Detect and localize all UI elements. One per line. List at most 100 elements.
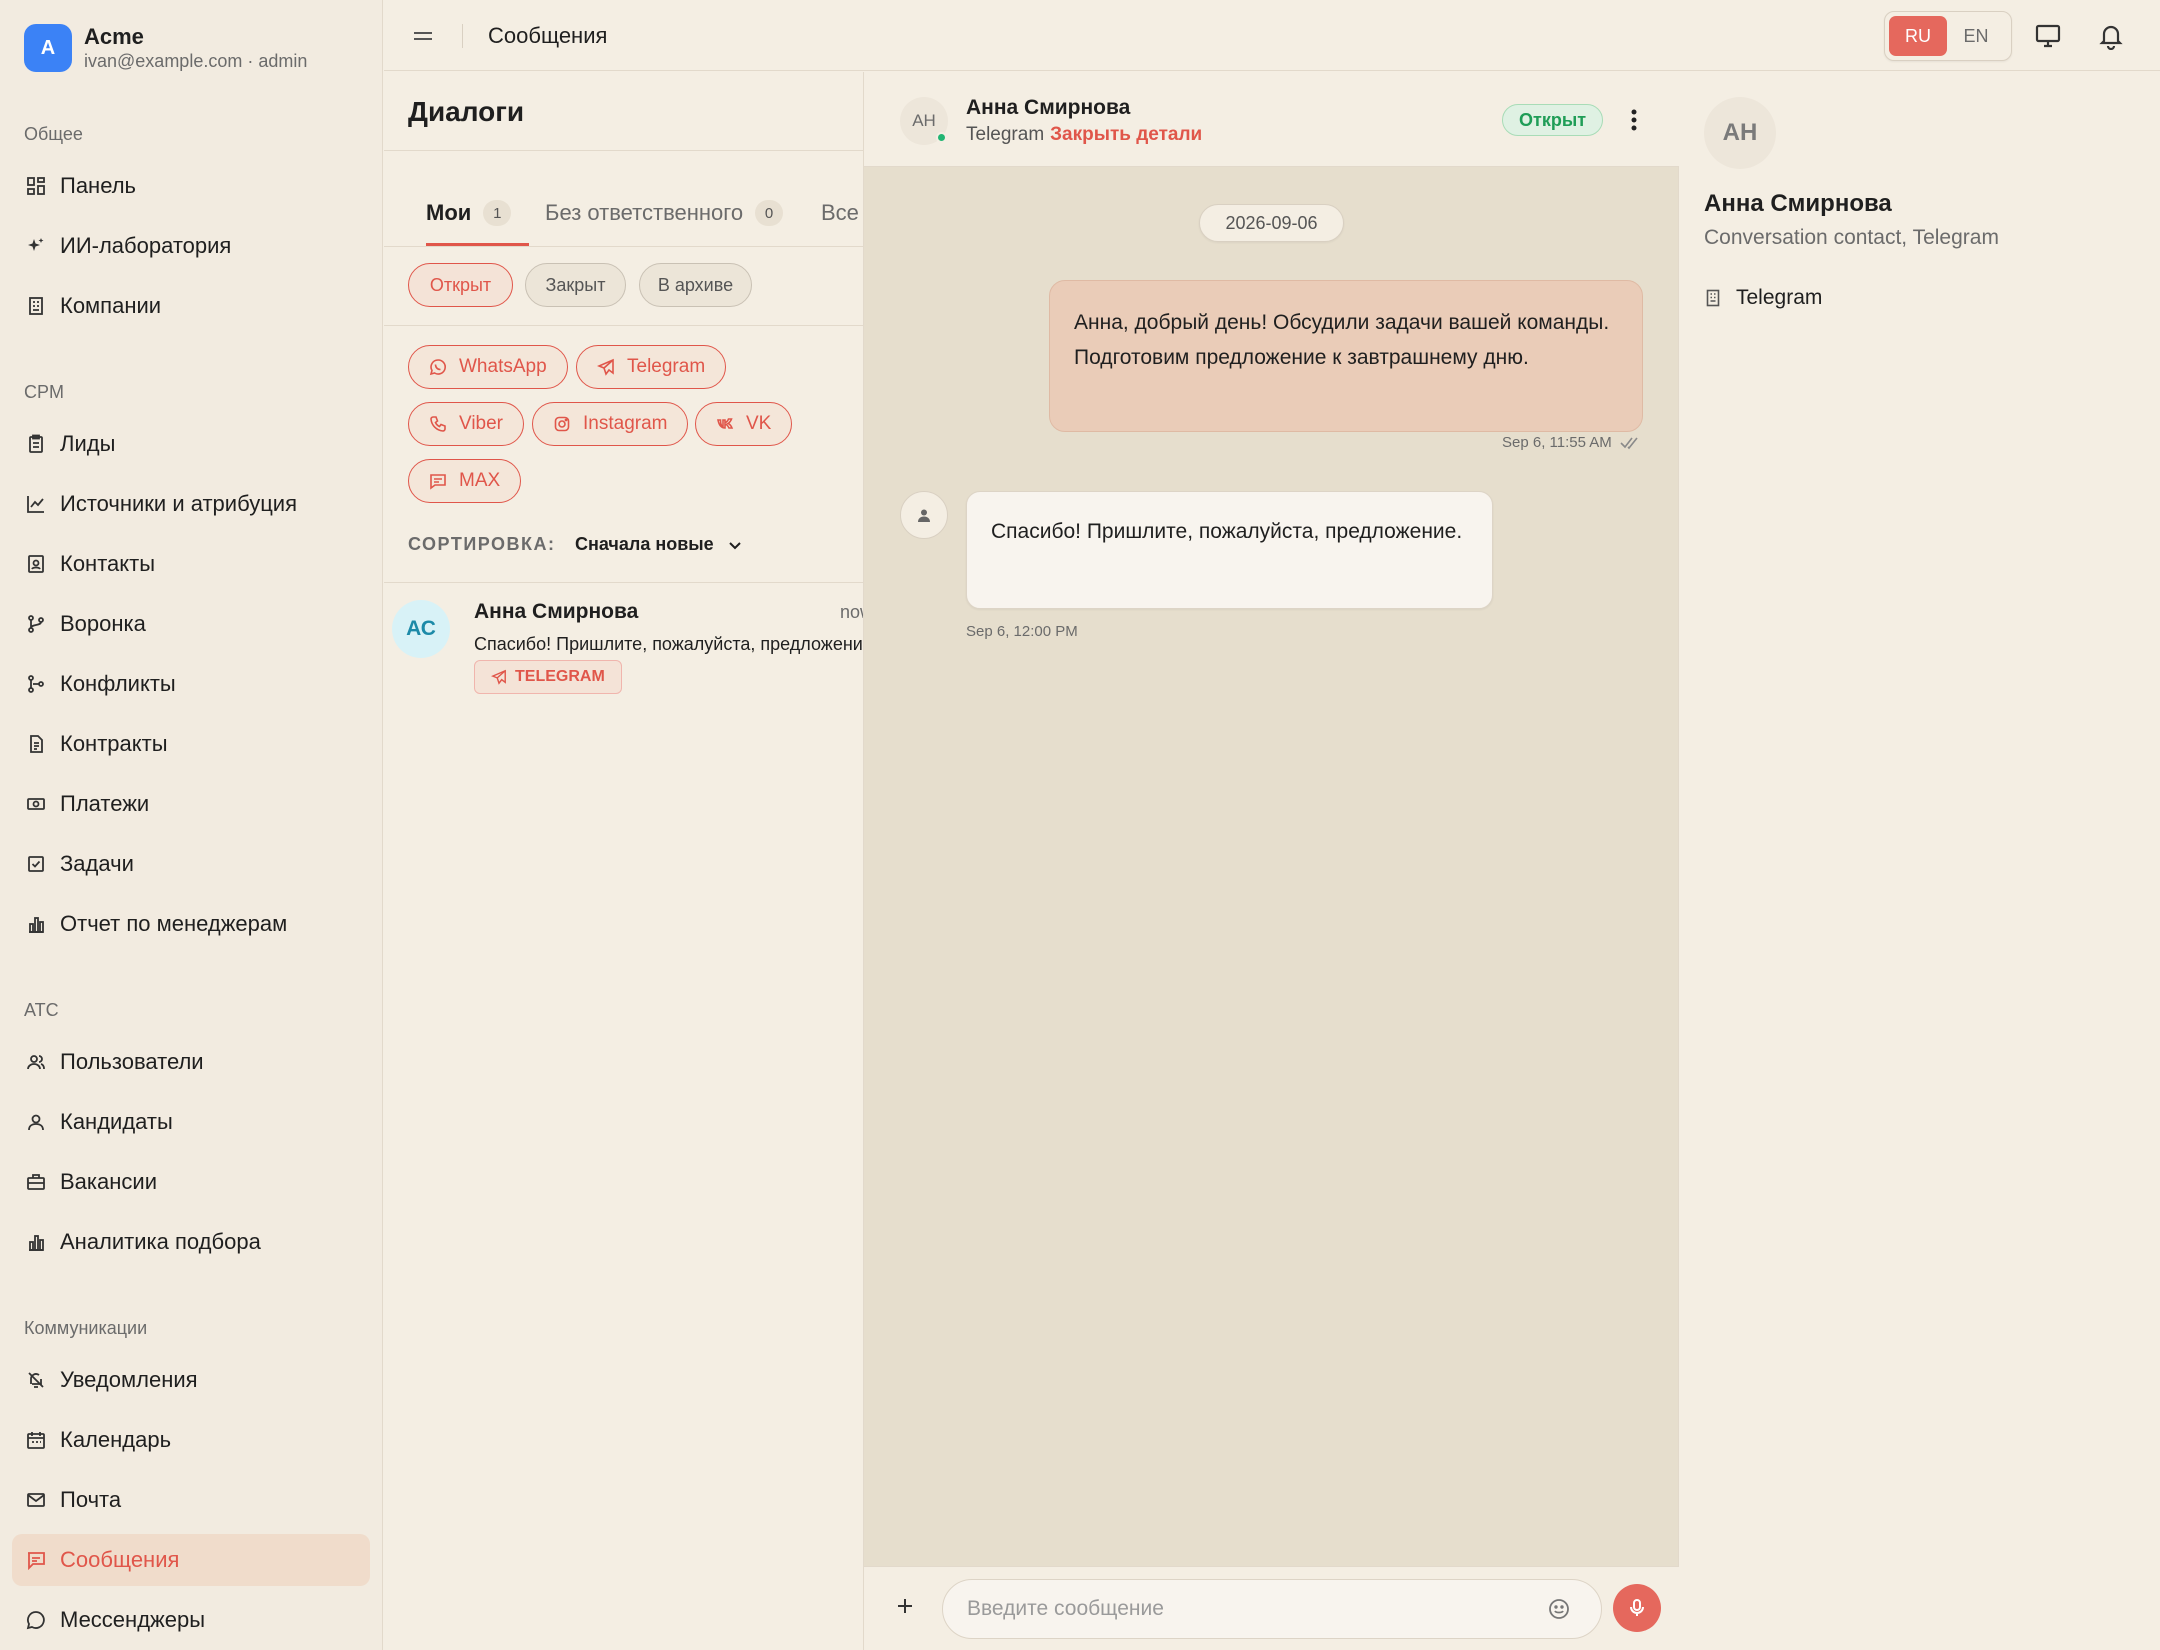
sidebar-item-vacancies[interactable]: Вакансии xyxy=(12,1156,370,1208)
monitor-icon xyxy=(2035,24,2061,48)
filter-status-closed[interactable]: Закрыт xyxy=(525,263,626,307)
smile-icon xyxy=(1549,1599,1569,1619)
sidebar-item-funnel[interactable]: Воронка xyxy=(12,598,370,650)
sidebar-item-label: Платежи xyxy=(60,791,150,816)
message-time: Sep 6, 12:00 PM xyxy=(966,623,1078,640)
filter-channel-max[interactable]: MAX xyxy=(408,459,522,503)
user-icon xyxy=(918,509,930,522)
vk-icon xyxy=(717,418,734,429)
sender-avatar xyxy=(900,491,948,539)
sidebar-item-mail[interactable]: Почта xyxy=(12,1474,370,1526)
document-icon xyxy=(30,735,43,753)
sidebar-item-hiring-analytics[interactable]: Аналитика подбора xyxy=(12,1216,370,1268)
message-input[interactable] xyxy=(942,1579,1602,1639)
conversation-preview: Спасибо! Пришлите, пожалуйста, предложен… xyxy=(474,634,864,654)
calendar-icon xyxy=(27,1432,45,1449)
chat-panel: АН Анна Смирнова Telegram Закрыть детали … xyxy=(864,72,1679,1650)
chat-channel: Telegram xyxy=(966,124,1045,145)
whatsapp-icon xyxy=(429,359,446,376)
sidebar-item-label: Сообщения xyxy=(60,1547,180,1572)
sidebar-item-calendar[interactable]: Календарь xyxy=(12,1414,370,1466)
emoji-button[interactable] xyxy=(1547,1597,1571,1621)
avatar: АС xyxy=(392,600,450,658)
contact-details-panel: АН Анна Смирнова Conversation contact, T… xyxy=(1680,72,2160,1650)
workspace-switcher[interactable]: A Acme ivan@example.com · admin xyxy=(24,24,307,72)
close-details-link[interactable]: Закрыть детали xyxy=(1050,124,1202,145)
lang-ru-button[interactable]: RU xyxy=(1889,16,1947,56)
divider xyxy=(384,246,863,247)
filter-channel-telegram[interactable]: Telegram xyxy=(576,345,727,389)
sidebar-item-messengers[interactable]: Мессенджеры xyxy=(12,1594,370,1646)
divider xyxy=(462,24,463,48)
contact-channel: Telegram xyxy=(1704,286,1822,310)
chat-subtitle: Telegram Закрыть детали xyxy=(966,124,1202,146)
sidebar-item-label: Календарь xyxy=(60,1427,172,1452)
filter-channel-vk[interactable]: VK xyxy=(695,402,793,446)
sidebar-item-candidates[interactable]: Кандидаты xyxy=(12,1096,370,1148)
lang-en-button[interactable]: EN xyxy=(1947,16,2005,56)
sidebar-item-manager-report[interactable]: Отчет по менеджерам xyxy=(12,898,370,950)
channel-label: MAX xyxy=(459,470,501,491)
sidebar-item-label: Кандидаты xyxy=(60,1109,173,1134)
banknote-icon xyxy=(27,798,45,810)
sidebar-item-label: Лиды xyxy=(60,431,116,456)
filter-status-open[interactable]: Открыт xyxy=(408,263,513,307)
briefcase-icon xyxy=(27,1174,45,1190)
microphone-icon xyxy=(1630,1599,1644,1616)
sort-dropdown[interactable]: Сначала новые xyxy=(575,534,744,555)
sidebar-item-notifications[interactable]: Уведомления xyxy=(12,1354,370,1406)
instagram-icon xyxy=(554,416,570,432)
sidebar-item-contracts[interactable]: Контракты xyxy=(12,718,370,770)
message-circle-icon xyxy=(26,1611,45,1630)
section-label-ats: ATC xyxy=(24,1000,59,1020)
sidebar-item-messages[interactable]: Сообщения xyxy=(12,1534,370,1586)
conversation-time: now xyxy=(840,602,863,622)
dialogs-panel: Диалоги Мои 1 Без ответственного 0 Все О… xyxy=(384,72,864,1650)
sidebar-item-companies[interactable]: Компании xyxy=(12,280,370,332)
sparkles-icon xyxy=(28,238,44,251)
section-label-general: Общее xyxy=(24,124,83,144)
clipboard-icon xyxy=(29,434,43,453)
divider xyxy=(384,150,863,151)
tab-all[interactable]: Все xyxy=(821,190,859,236)
sidebar-item-users[interactable]: Пользователи xyxy=(12,1036,370,1088)
workspace-logo: A xyxy=(24,24,72,72)
sidebar-item-leads[interactable]: Лиды xyxy=(12,418,370,470)
sidebar-item-contacts[interactable]: Контакты xyxy=(12,538,370,590)
sidebar-item-tasks[interactable]: Задачи xyxy=(12,838,370,890)
page-title: Сообщения xyxy=(488,23,608,48)
filter-channel-instagram[interactable]: Instagram xyxy=(532,402,689,446)
tab-unassigned[interactable]: Без ответственного 0 xyxy=(545,190,784,236)
contact-name: Анна Смирнова xyxy=(1704,190,1892,217)
conversation-name: Анна Смирнова xyxy=(474,600,639,623)
filter-status-archived[interactable]: В архиве xyxy=(639,263,752,307)
sidebar-toggle-button[interactable] xyxy=(410,24,436,48)
channel-label: VK xyxy=(746,413,772,434)
tab-mine[interactable]: Мои 1 xyxy=(426,190,512,236)
contact-channel-label: Telegram xyxy=(1736,286,1823,309)
sidebar-item-label: Аналитика подбора xyxy=(60,1229,261,1254)
notifications-button[interactable] xyxy=(2097,22,2125,50)
divider xyxy=(384,325,863,326)
sidebar-item-sources[interactable]: Источники и атрибуция xyxy=(12,478,370,530)
voice-message-button[interactable] xyxy=(1613,1584,1661,1632)
attach-button[interactable] xyxy=(894,1595,916,1617)
sidebar-item-payments[interactable]: Платежи xyxy=(12,778,370,830)
sidebar-item-dashboard[interactable]: Панель xyxy=(12,160,370,212)
sidebar-item-conflicts[interactable]: Конфликты xyxy=(12,658,370,710)
funnel-icon xyxy=(28,615,44,633)
filter-channel-viber[interactable]: Viber xyxy=(408,402,525,446)
conversation-list-item[interactable]: АС Анна Смирнова now Спасибо! Пришлите, … xyxy=(384,584,864,704)
user-icon xyxy=(28,1114,44,1131)
sidebar-item-ai-lab[interactable]: ИИ-лаборатория xyxy=(12,220,370,272)
display-mode-button[interactable] xyxy=(2034,22,2062,50)
message-meta: Sep 6, 11:55 AM xyxy=(1502,434,1642,451)
kebab-menu-icon xyxy=(1631,109,1637,131)
date-separator: 2026-09-06 xyxy=(1199,204,1344,242)
sidebar-item-label: Источники и атрибуция xyxy=(60,491,297,516)
sidebar-item-label: Контракты xyxy=(60,731,168,756)
more-options-button[interactable] xyxy=(1630,108,1638,132)
message-composer xyxy=(864,1566,1679,1650)
status-badge[interactable]: Открыт xyxy=(1502,104,1604,136)
filter-channel-whatsapp[interactable]: WhatsApp xyxy=(408,345,568,389)
